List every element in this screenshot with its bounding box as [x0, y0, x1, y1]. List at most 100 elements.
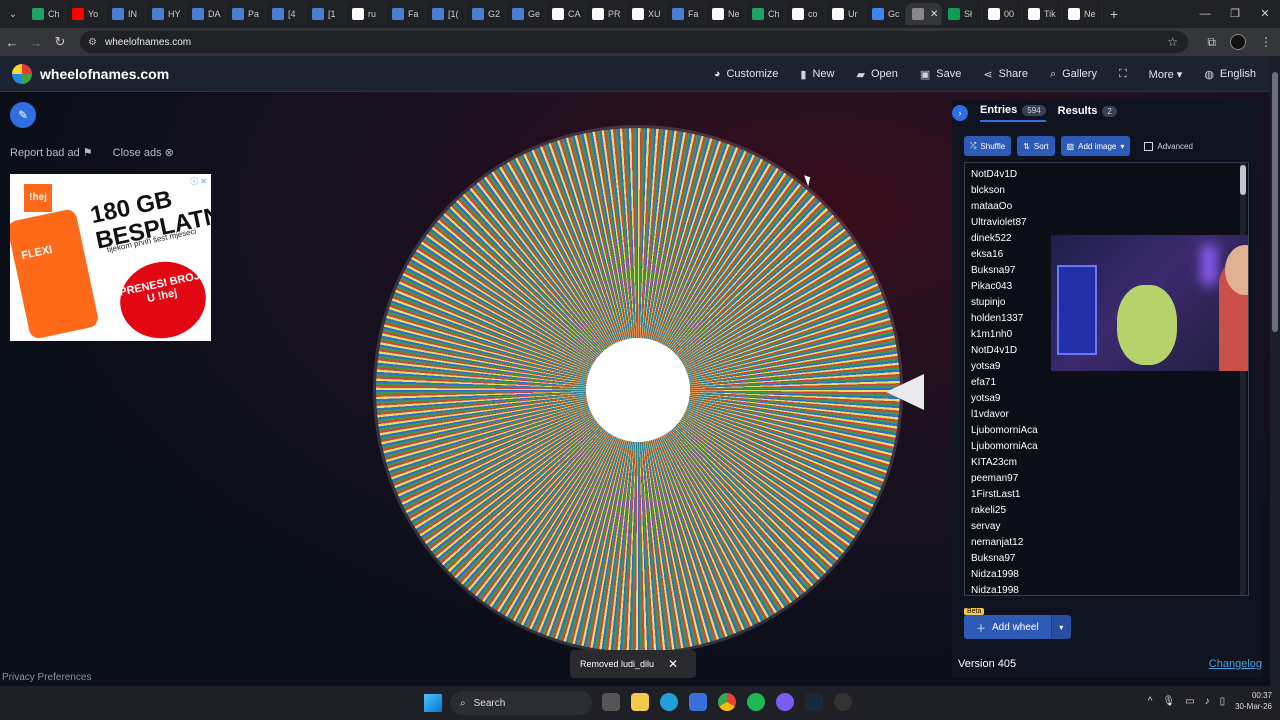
store-icon[interactable] [689, 693, 707, 711]
volume-icon[interactable]: ♪ [1205, 696, 1210, 707]
maximize-button[interactable]: ❐ [1220, 0, 1250, 28]
forward-icon[interactable]: → [24, 35, 48, 50]
browser-tab[interactable]: Pa [226, 3, 266, 25]
entries-textarea[interactable]: NotD4v1D blckson mataaOo Ultraviolet87 dinek… [964, 162, 1249, 596]
browser-menu-icon[interactable]: ⋮ [1260, 35, 1272, 49]
url-bar[interactable]: ⚙ wheelofnames.com ☆ [80, 31, 1188, 53]
browser-tab[interactable]: PR [586, 3, 626, 25]
shuffle-button[interactable]: ⤮ Shuffle [964, 136, 1012, 156]
entry-item[interactable]: Ultraviolet87 [971, 215, 1248, 231]
tray-chevron-icon[interactable]: ^ [1148, 696, 1153, 707]
profile-avatar[interactable] [1230, 34, 1246, 50]
discord-icon[interactable] [776, 693, 794, 711]
network-icon[interactable]: ▭ [1185, 696, 1194, 707]
reload-icon[interactable]: ↻ [48, 34, 72, 50]
entry-item[interactable]: rakeli25 [971, 503, 1248, 519]
browser-tab[interactable]: Yo [66, 3, 106, 25]
browser-tab[interactable]: HY [146, 3, 186, 25]
entry-item[interactable]: servay [971, 519, 1248, 535]
advertisement[interactable]: !hej ⓘ ✕ FLEXI 180 GB BESPLATNO tijekom … [10, 174, 211, 341]
tab-search-icon[interactable]: ⌄ [0, 9, 26, 20]
entry-item[interactable]: l1vdavor [971, 407, 1248, 423]
entry-item[interactable]: NotD4v1D [971, 167, 1248, 183]
browser-tab[interactable]: 00 [982, 3, 1022, 25]
browser-tab[interactable]: Sł [942, 3, 982, 25]
entry-item[interactable]: Nidza1998 [971, 583, 1248, 595]
browser-tab[interactable]: G2 [466, 3, 506, 25]
file-explorer-icon[interactable] [631, 693, 649, 711]
collapse-panel-chevron-icon[interactable]: › [952, 105, 968, 121]
task-view-icon[interactable] [602, 693, 620, 711]
browser-tab[interactable]: Ur [826, 3, 866, 25]
spotify-icon[interactable] [747, 693, 765, 711]
close-tab-icon[interactable]: ✕ [930, 9, 938, 20]
settings-icon[interactable] [834, 693, 852, 711]
browser-tab[interactable]: co [786, 3, 826, 25]
entry-item[interactable]: KITA23cm [971, 455, 1248, 471]
entry-item[interactable]: blckson [971, 183, 1248, 199]
menu-gallery-button[interactable]: ⌕ Gallery [1050, 68, 1097, 81]
browser-tab[interactable]: Ne [706, 3, 746, 25]
menu-more-button[interactable]: More ▾ [1149, 68, 1183, 81]
browser-tab[interactable]: IN [106, 3, 146, 25]
taskbar-search[interactable]: ⌕ Search [450, 691, 592, 715]
add-wheel-button[interactable]: ＋ Add wheel [964, 615, 1051, 639]
browser-tab[interactable]: Gc [866, 3, 906, 25]
browser-tab[interactable]: Ch [26, 3, 66, 25]
microphone-icon[interactable]: 🎙 [1162, 696, 1175, 707]
back-icon[interactable]: ← [0, 35, 24, 50]
sort-button[interactable]: ⇅ Sort [1017, 136, 1055, 156]
entry-item[interactable]: Buksna97 [971, 551, 1248, 567]
entry-item[interactable]: efa71 [971, 375, 1248, 391]
close-window-button[interactable]: ✕ [1250, 0, 1280, 28]
steam-icon[interactable] [805, 693, 823, 711]
edge-icon[interactable] [660, 693, 678, 711]
menu-language-button[interactable]: ◍ English [1204, 68, 1256, 81]
browser-tab[interactable]: Fa [386, 3, 426, 25]
browser-tab[interactable]: DA [186, 3, 226, 25]
browser-tab[interactable]: Ge [506, 3, 546, 25]
site-logo[interactable]: wheelofnames.com [12, 64, 169, 84]
battery-icon[interactable]: ▯ [1220, 696, 1226, 707]
browser-tab[interactable]: [1 [306, 3, 346, 25]
windows-start-icon[interactable] [424, 694, 442, 712]
bookmark-star-icon[interactable]: ☆ [1167, 35, 1178, 49]
wheel[interactable] [376, 128, 900, 652]
toast-close-icon[interactable]: ✕ [668, 657, 678, 671]
browser-tab[interactable]: [1( [426, 3, 466, 25]
browser-tab[interactable]: XU [626, 3, 666, 25]
entry-item[interactable]: mataaOo [971, 199, 1248, 215]
browser-tab[interactable]: ru [346, 3, 386, 25]
add-wheel-dropdown-icon[interactable]: ▾ [1050, 615, 1071, 639]
entry-item[interactable]: peeman97 [971, 471, 1248, 487]
browser-tab[interactable]: [4 [266, 3, 306, 25]
extensions-icon[interactable]: ⧉ [1207, 35, 1216, 50]
browser-tab[interactable]: CA [546, 3, 586, 25]
tab-active[interactable]: ✕ [906, 3, 942, 25]
entry-item[interactable]: nemanjat12 [971, 535, 1248, 551]
entry-item[interactable]: Nidza1998 [971, 567, 1248, 583]
tab-results[interactable]: Results 2 [1058, 105, 1117, 121]
site-info-icon[interactable]: ⚙ [88, 37, 97, 48]
browser-tab[interactable]: Fa [666, 3, 706, 25]
edit-title-pencil-icon[interactable]: ✎ [10, 102, 36, 128]
add-image-button[interactable]: ▨ Add image ▾ [1060, 136, 1131, 156]
entry-item[interactable]: LjubomorniAca [971, 423, 1248, 439]
menu-fullscreen-button[interactable]: ⛶ [1119, 68, 1127, 81]
clock[interactable]: 00:37 30-Mar-26 [1235, 690, 1272, 712]
entry-item[interactable]: LjubomorniAca [971, 439, 1248, 455]
chrome-icon[interactable] [718, 693, 736, 711]
close-ads-link[interactable]: Close ads ⊗ [113, 146, 174, 159]
advanced-checkbox[interactable]: Advanced [1144, 141, 1193, 151]
menu-customize-button[interactable]: ◕ Customize [714, 68, 779, 80]
entry-item[interactable]: 1FirstLast1 [971, 487, 1248, 503]
menu-save-button[interactable]: ▣ Save [920, 68, 961, 81]
changelog-link[interactable]: Changelog [1209, 658, 1262, 670]
browser-tab[interactable]: Tik [1022, 3, 1062, 25]
menu-new-button[interactable]: ▮ New [800, 68, 834, 81]
entries-scrollbar[interactable] [1240, 163, 1246, 595]
entry-item[interactable]: yotsa9 [971, 391, 1248, 407]
menu-open-button[interactable]: ▰ Open [857, 68, 898, 81]
privacy-preferences-link[interactable]: Privacy Preferences [2, 672, 91, 683]
browser-tab[interactable]: Ne [1062, 3, 1102, 25]
